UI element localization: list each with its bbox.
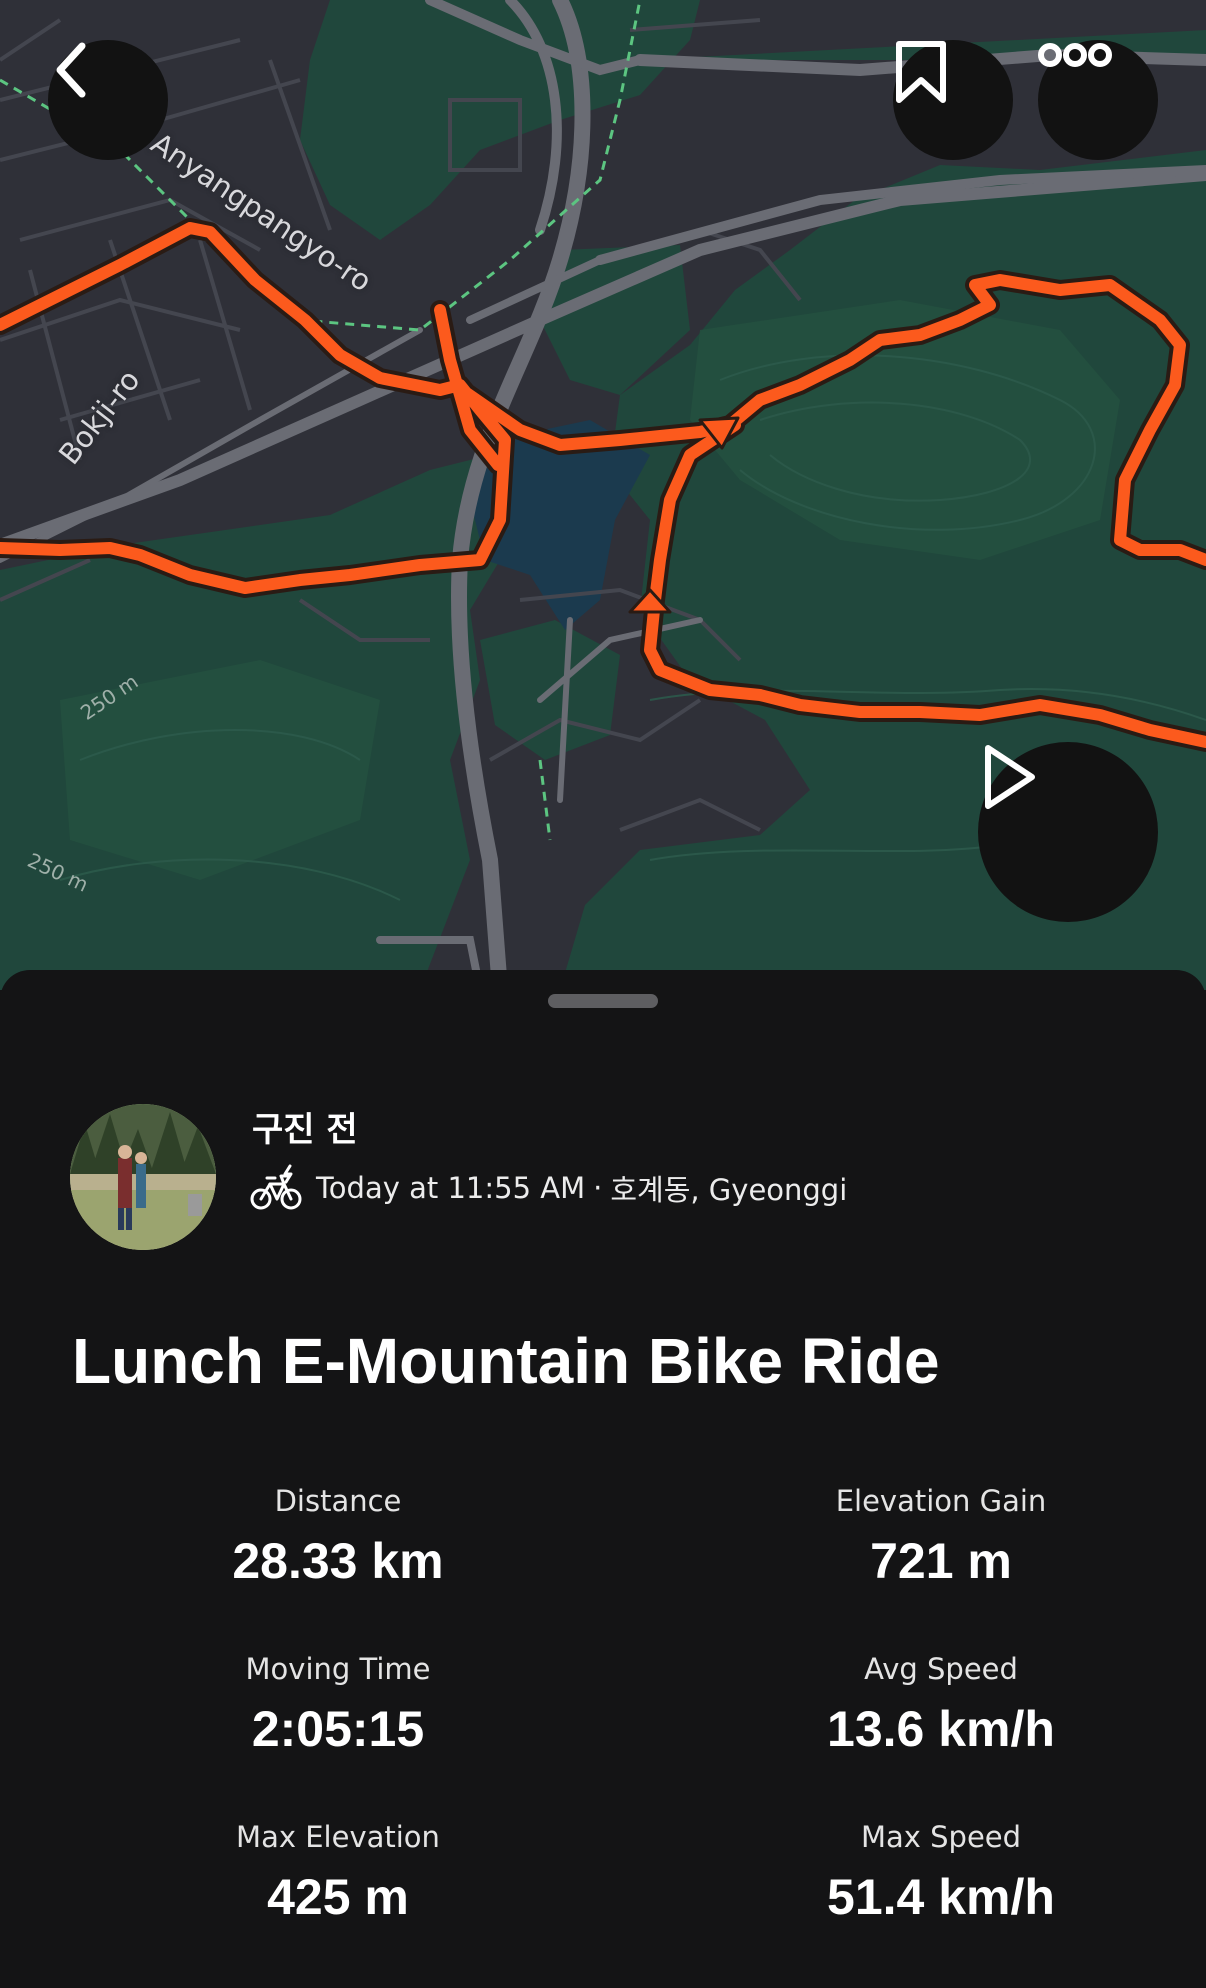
play-icon — [985, 745, 1035, 809]
athlete-avatar[interactable] — [70, 1104, 216, 1250]
activity-datetime: Today at 11:55 AM — [316, 1171, 586, 1205]
stat-label: Moving Time — [245, 1652, 431, 1686]
stat-value: 2:05:15 — [251, 1701, 425, 1757]
bookmark-icon — [896, 41, 946, 103]
stat-value: 13.6 km/h — [827, 1701, 1055, 1757]
sheet-drag-handle[interactable] — [548, 994, 658, 1008]
stat-label: Elevation Gain — [835, 1484, 1047, 1518]
activity-meta: Today at 11:55 AM · 호계동, Gyeonggi — [250, 1164, 847, 1212]
stat-distance: Distance 28.33 km — [0, 1484, 676, 1652]
stats-grid: Distance 28.33 km Elevation Gain 721 m M… — [0, 1484, 1206, 1988]
back-button[interactable] — [48, 40, 168, 160]
stat-label: Distance — [274, 1484, 402, 1518]
e-bike-icon — [250, 1164, 302, 1210]
stat-label: Max Speed — [860, 1820, 1022, 1854]
play-flyover-button[interactable] — [978, 742, 1158, 922]
route-map[interactable]: Anyangpangyo-ro Bokji-ro 250 m 250 m — [0, 0, 1206, 990]
chevron-left-icon — [56, 42, 86, 98]
stat-value: 721 m — [870, 1533, 1012, 1589]
meta-separator: · — [593, 1171, 603, 1205]
stat-elevation-gain: Elevation Gain 721 m — [676, 1484, 1206, 1652]
stat-value: 425 m — [267, 1869, 409, 1925]
stat-value: 51.4 km/h — [827, 1869, 1055, 1925]
avatar-photo — [70, 1104, 216, 1250]
stat-label: Avg Speed — [864, 1652, 1018, 1686]
more-options-button[interactable] — [1038, 40, 1158, 160]
stat-label: Max Elevation — [236, 1820, 440, 1854]
stat-avg-speed: Avg Speed 13.6 km/h — [676, 1652, 1206, 1820]
more-dots-icon — [1038, 43, 1112, 67]
activity-detail-sheet: 구진 전 Today at 11:55 AM · 호계동, Gyeonggi L… — [0, 970, 1206, 1954]
bookmark-button[interactable] — [893, 40, 1013, 160]
stat-moving-time: Moving Time 2:05:15 — [0, 1652, 676, 1820]
stat-max-speed: Max Speed 51.4 km/h — [676, 1820, 1206, 1988]
activity-location: 호계동, Gyeonggi — [610, 1173, 848, 1207]
athlete-name[interactable]: 구진 전 — [252, 1102, 358, 1151]
activity-title: Lunch E-Mountain Bike Ride — [72, 1325, 940, 1397]
stat-value: 28.33 km — [232, 1533, 444, 1589]
stat-max-elevation: Max Elevation 425 m — [0, 1820, 676, 1988]
